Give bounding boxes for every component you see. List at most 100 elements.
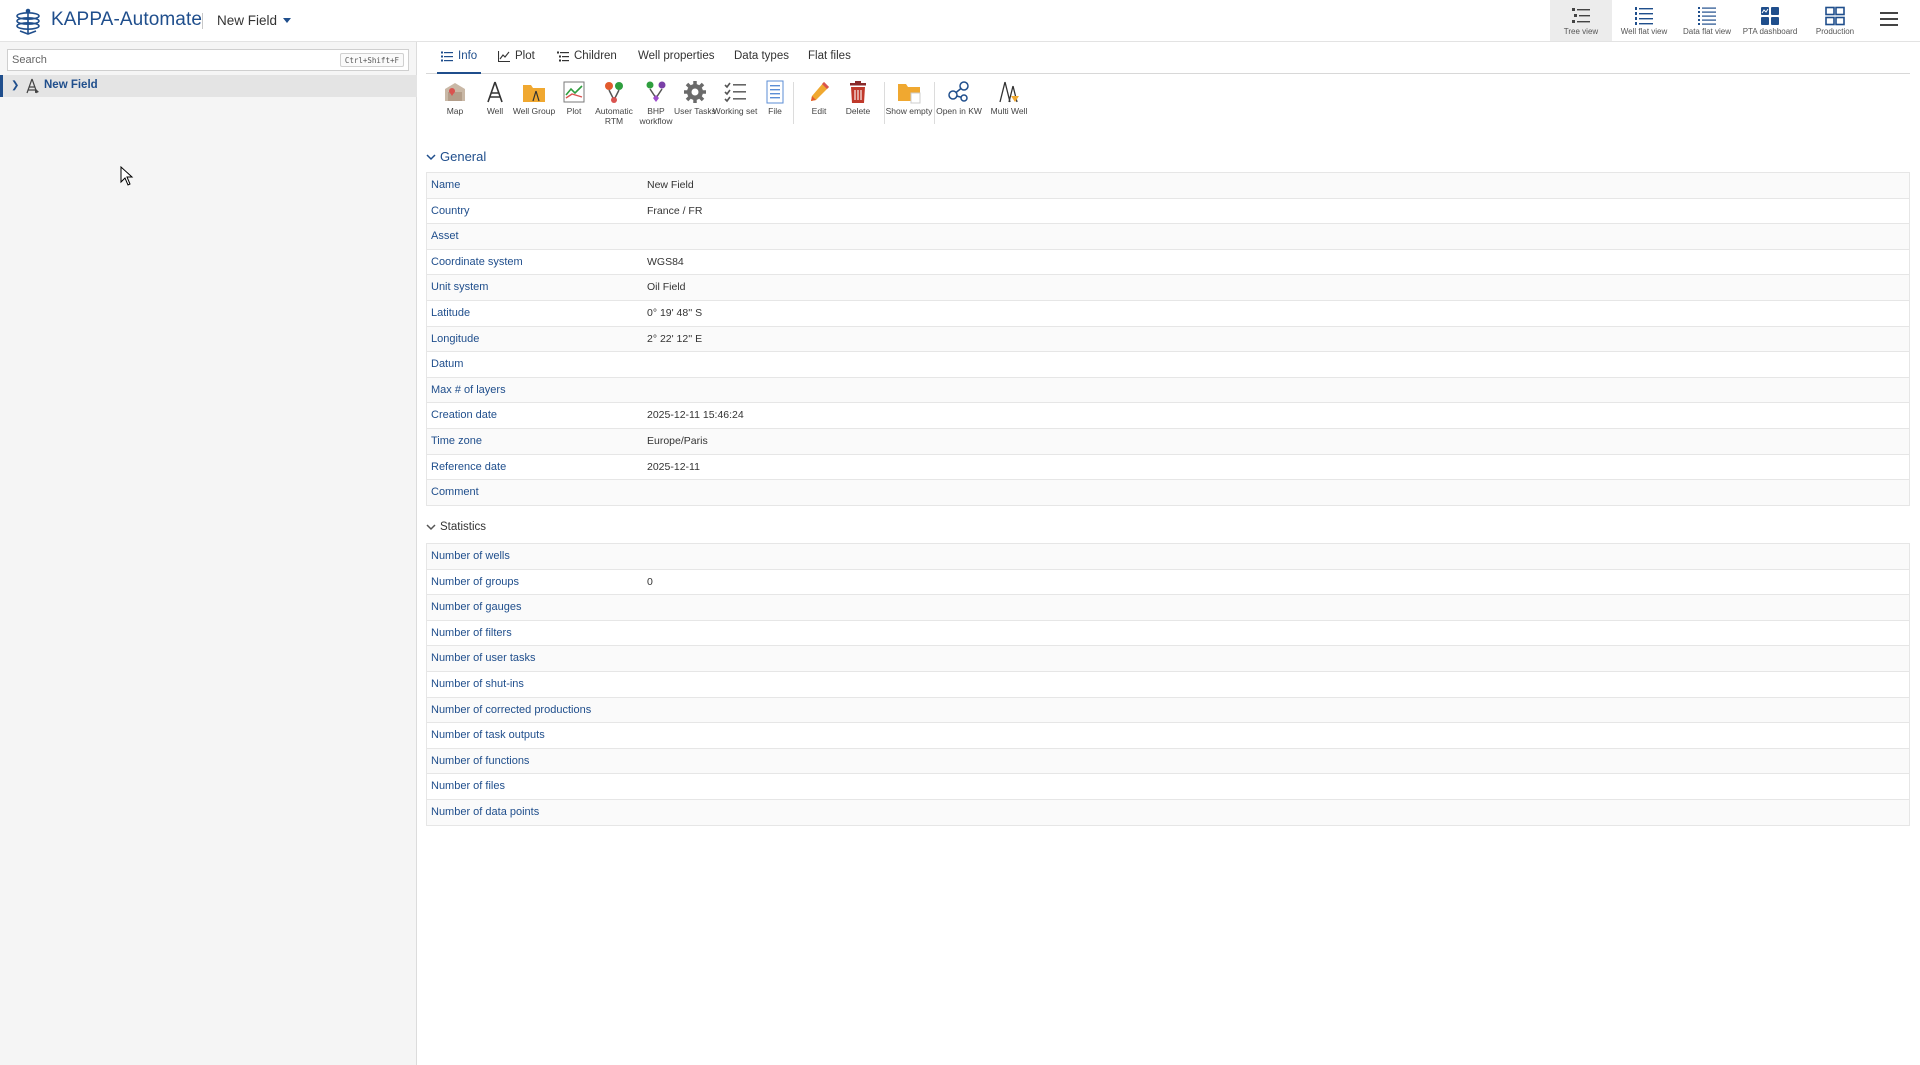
tab-label: Plot (515, 50, 535, 62)
tab-plot[interactable]: Plot (498, 50, 535, 74)
gear-icon (684, 81, 706, 103)
general-property-row: Reference date 2025-12-11 (426, 454, 1910, 481)
trash-icon (850, 81, 866, 103)
line-chart-icon (498, 50, 510, 62)
pta-dashboard-label: PTA dashboard (1742, 27, 1798, 36)
property-key: Max # of layers (431, 383, 506, 396)
chevron-down-icon (426, 154, 436, 160)
title-divider (202, 13, 203, 29)
general-property-row: Unit system Oil Field (426, 275, 1910, 301)
property-value: France / FR (647, 204, 703, 217)
property-value: Europe/Paris (647, 434, 708, 447)
property-value: WGS84 (647, 255, 684, 268)
data-flat-view-label: Data flat view (1682, 27, 1732, 36)
statistic-row: Number of groups 0 (426, 569, 1910, 596)
tab-data-types[interactable]: Data types (734, 50, 789, 74)
tab-flat-files[interactable]: Flat files (808, 50, 851, 74)
property-key: Asset (431, 230, 459, 243)
data-flat-view-button[interactable]: Data flat view (1676, 0, 1738, 41)
search-box[interactable]: Ctrl+Shift+F (7, 49, 409, 71)
kappa-logo-icon[interactable] (13, 7, 43, 35)
data-flat-view-icon (1698, 7, 1716, 25)
tab-well-properties[interactable]: Well properties (638, 50, 715, 74)
statistic-row: Number of shut-ins (426, 671, 1910, 698)
property-key: Name (431, 179, 461, 191)
statistic-row: Number of files (426, 774, 1910, 800)
general-property-row: Latitude 0° 19' 48'' S (426, 300, 1910, 327)
property-value: 0° 19' 48'' S (647, 306, 703, 319)
statistics-section-toggle[interactable]: Statistics (426, 521, 486, 539)
checklist-icon (724, 82, 746, 103)
production-dashboard-icon (1825, 6, 1845, 26)
property-key: Datum (431, 358, 464, 371)
tool-label: Show empty (885, 106, 933, 116)
search-shortcut-hint: Ctrl+Shift+F (339, 53, 404, 67)
general-property-row: Time zone Europe/Paris (426, 428, 1910, 455)
production-label: Production (1815, 27, 1855, 36)
tool-label: Open in KW (936, 106, 982, 116)
tab-children[interactable]: Children (557, 50, 617, 74)
plot-icon (563, 81, 585, 103)
property-key: Reference date (431, 460, 507, 473)
tree-view-button[interactable]: Tree view (1550, 0, 1612, 41)
menu-icon[interactable] (1880, 12, 1898, 28)
property-key: Time zone (431, 434, 482, 447)
property-key: Number of corrected productions (431, 703, 592, 716)
children-list-icon (557, 51, 569, 61)
automatic-rtm-icon (605, 82, 623, 103)
tree-item-new-field[interactable]: ❯ New Field (0, 75, 417, 97)
general-properties-table: Name New Field Country France / FR Asset Coor… (426, 172, 1910, 506)
property-key: Creation date (431, 409, 498, 422)
property-key: Unit system (431, 281, 489, 294)
open-in-kw-button[interactable]: Open in KW (936, 78, 982, 134)
property-key: Number of data points (431, 805, 540, 818)
property-value: 2025-12-11 15:46:24 (647, 409, 744, 422)
property-key: Coordinate system (431, 255, 523, 268)
folder-empty-icon (898, 84, 921, 104)
statistic-row: Number of wells (426, 544, 1910, 570)
general-property-row: Max # of layers (426, 377, 1910, 404)
field-rig-icon (26, 78, 39, 94)
tab-info[interactable]: Info (437, 50, 481, 74)
tree-item-label: New Field (44, 79, 98, 91)
pta-dashboard-icon (1761, 7, 1779, 25)
statistics-table: Number of wells Number of groups 0 Number o… (426, 543, 1910, 826)
general-property-row: Creation date 2025-12-11 15:46:24 (426, 403, 1910, 429)
tree-view-icon (1572, 8, 1590, 23)
delete-button[interactable]: Delete (836, 78, 880, 134)
search-input[interactable] (12, 52, 332, 68)
general-property-row: Longitude 2° 22' 12'' E (426, 326, 1910, 353)
well-flat-view-label: Well flat view (1620, 27, 1668, 36)
general-property-row: Country France / FR (426, 198, 1910, 225)
app-header: KAPPA-Automate New Field Tree view Well … (0, 0, 1920, 42)
toolbar-divider (934, 82, 935, 124)
tool-label: Delete (845, 106, 871, 116)
tab-label: Flat files (808, 50, 851, 62)
production-button[interactable]: Production (1802, 0, 1868, 41)
folder-well-icon (523, 85, 545, 102)
statistic-row: Number of task outputs (426, 723, 1910, 749)
well-flat-view-icon (1635, 7, 1653, 25)
pta-dashboard-button[interactable]: PTA dashboard (1738, 0, 1802, 41)
field-selector[interactable]: New Field (217, 13, 277, 28)
multi-well-button[interactable]: Multi Well (987, 78, 1031, 134)
sidebar: Ctrl+Shift+F ❯ New Field (0, 42, 417, 1065)
well-flat-view-button[interactable]: Well flat view (1612, 0, 1676, 41)
property-key: Number of task outputs (431, 729, 545, 742)
file-button[interactable]: File (753, 78, 797, 134)
show-empty-button[interactable]: Show empty (886, 78, 932, 134)
tab-label: Info (458, 50, 478, 62)
app-title[interactable]: KAPPA-Automate (51, 9, 202, 31)
statistic-row: Number of user tasks (426, 646, 1910, 672)
tab-label: Well properties (638, 50, 715, 62)
bhp-workflow-icon (646, 81, 666, 102)
chevron-right-icon[interactable]: ❯ (11, 80, 19, 91)
property-value: Oil Field (647, 281, 686, 294)
file-icon (766, 80, 784, 104)
general-section-toggle[interactable]: General (426, 148, 486, 166)
tree-view-label: Tree view (1563, 27, 1599, 36)
chevron-down-icon[interactable] (283, 18, 291, 23)
property-key: Longitude (431, 332, 480, 345)
action-toolbar: Map Well Well Group Plot Automatic RTM B… (426, 78, 1910, 134)
property-key: Latitude (431, 306, 471, 319)
